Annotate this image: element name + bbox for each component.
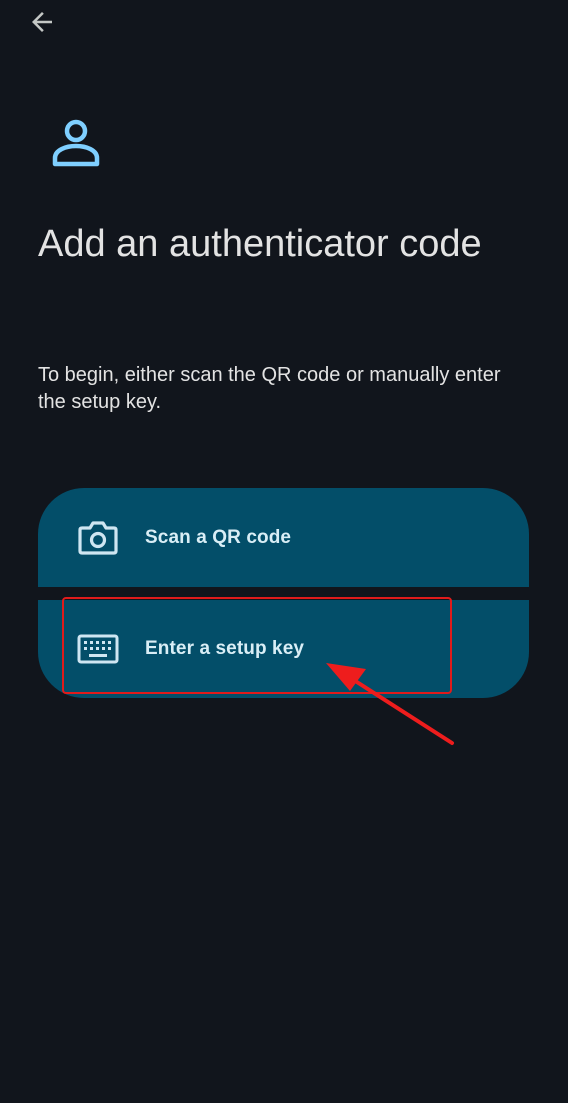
scan-qr-code-option[interactable]: Scan a QR code: [38, 488, 529, 587]
arrow-left-icon[interactable]: [27, 7, 57, 37]
page-description: To begin, either scan the QR code or man…: [38, 364, 501, 413]
camera-icon: [76, 516, 120, 560]
page-title: Add an authenticator code: [38, 223, 482, 265]
person-icon: [48, 114, 104, 170]
back-button[interactable]: [24, 4, 60, 40]
enter-setup-key-label: Enter a setup key: [145, 638, 305, 659]
scan-qr-code-label: Scan a QR code: [145, 526, 292, 548]
enter-setup-key-option[interactable]: Enter a setup key: [38, 600, 529, 698]
keyboard-icon: [76, 627, 120, 671]
